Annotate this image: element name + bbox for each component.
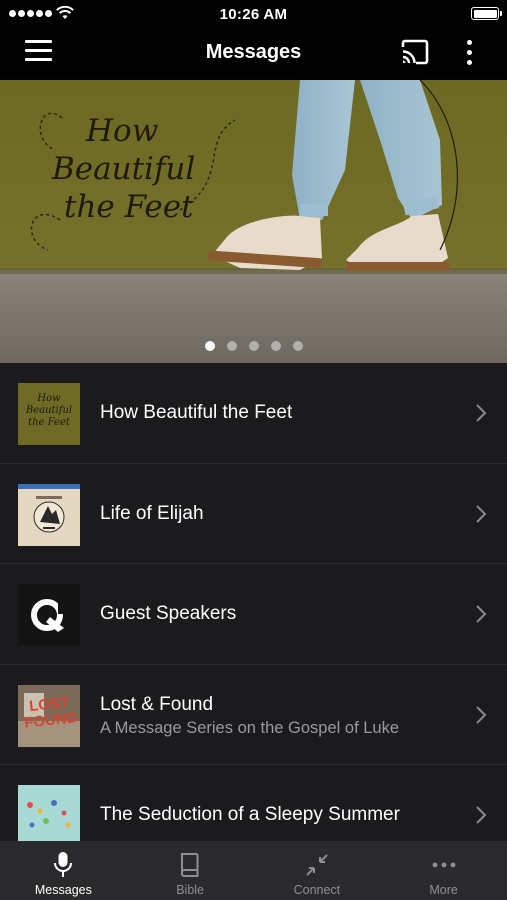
series-title: Lost & Found [100, 693, 214, 715]
series-row-lost-and-found[interactable]: LOST FOUND Lost & Found A Message Series… [0, 665, 507, 765]
series-title: How Beautiful the Feet [100, 402, 293, 423]
status-time: 10:26 AM [219, 6, 288, 23]
chevron-right-icon [476, 806, 487, 824]
tab-messages[interactable]: Messages [0, 841, 127, 900]
series-thumbnail [18, 483, 80, 546]
carousel-page-indicator[interactable] [0, 341, 507, 351]
series-row-guest-speakers[interactable]: Guest Speakers [0, 564, 507, 665]
church-logo-icon [31, 599, 66, 632]
tab-connect[interactable]: Connect [254, 841, 381, 900]
carousel-dot[interactable] [226, 341, 237, 351]
page-title: Messages [205, 41, 302, 63]
series-title: Life of Elijah [100, 502, 204, 524]
status-bar: 10:26 AM [0, 0, 507, 28]
series-row-life-of-elijah[interactable]: Life of Elijah [0, 464, 507, 564]
carousel-dot[interactable] [270, 341, 281, 351]
chevron-right-icon [476, 504, 487, 523]
book-icon [181, 853, 199, 877]
series-title: Guest Speakers [100, 603, 237, 624]
tab-bible[interactable]: Bible [127, 841, 254, 900]
chevron-right-icon [476, 605, 487, 623]
chevron-right-icon [476, 404, 487, 422]
series-list: How Beautiful the Feet How Beautiful the… [0, 363, 507, 841]
series-row-the-seduction-of-a-sleepy-summer[interactable]: The Seduction of a Sleepy Summer [0, 765, 507, 841]
series-thumbnail [18, 584, 80, 646]
series-thumbnail: LOST FOUND [18, 684, 80, 747]
cast-icon[interactable] [400, 39, 430, 65]
hero-title: How Beautiful the Feet [52, 113, 196, 225]
microphone-icon [54, 852, 73, 877]
tab-more[interactable]: More [380, 841, 507, 900]
carousel-dot[interactable] [248, 341, 259, 351]
more-options-icon[interactable] [460, 38, 478, 68]
tab-bar: Messages Bible Connect More [0, 841, 507, 900]
chevron-right-icon [476, 705, 487, 724]
series-title: The Seduction of a Sleepy Summer [100, 804, 400, 825]
connect-arrows-icon [306, 854, 328, 876]
featured-series-banner[interactable]: How Beautiful the Feet [0, 80, 507, 363]
navigation-bar: Messages [0, 28, 507, 80]
carousel-dot[interactable] [292, 341, 303, 351]
more-horizontal-icon [432, 862, 456, 868]
series-thumbnail: How Beautiful the Feet [18, 383, 80, 445]
series-subtitle: A Message Series on the Gospel of Luke [100, 718, 400, 737]
carousel-dot[interactable] [204, 341, 215, 351]
series-thumbnail [18, 785, 80, 841]
battery-icon [471, 7, 502, 20]
series-row-how-beautiful-the-feet[interactable]: How Beautiful the Feet How Beautiful the… [0, 363, 507, 464]
